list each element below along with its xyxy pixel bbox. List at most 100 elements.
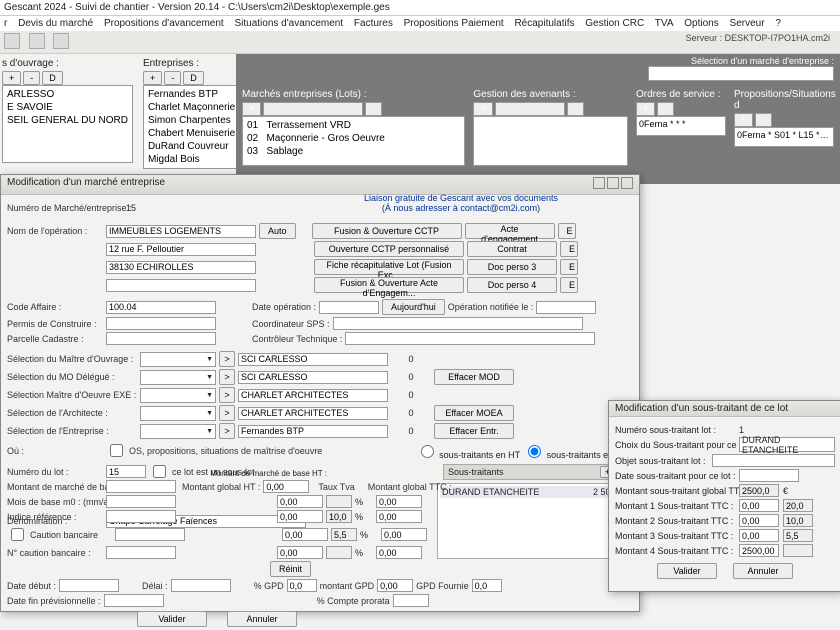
plus-button[interactable]: + bbox=[143, 71, 162, 85]
sel-marche-combo[interactable]: ▼ bbox=[648, 66, 834, 81]
date-fin-input[interactable] bbox=[104, 594, 164, 607]
gpdf-input[interactable] bbox=[472, 579, 502, 592]
st-list[interactable]: DURAND ETANCHEITE2 500,00 bbox=[437, 483, 633, 559]
os-checkbox[interactable] bbox=[110, 444, 123, 457]
menu-item[interactable]: Factures bbox=[354, 18, 393, 29]
sel-value[interactable] bbox=[238, 389, 388, 402]
val-input[interactable] bbox=[376, 495, 422, 508]
list-item[interactable]: SEIL GENERAL DU NORD bbox=[5, 114, 130, 127]
minus-button[interactable]: - bbox=[755, 113, 772, 127]
val-input[interactable] bbox=[376, 546, 422, 559]
list-item[interactable]: Simon Charpentes bbox=[146, 114, 237, 127]
minus-button[interactable]: - bbox=[365, 102, 382, 116]
st-choix-combo[interactable]: DURAND ETANCHEITE bbox=[739, 437, 835, 452]
menu-item[interactable]: Propositions d'avancement bbox=[104, 18, 224, 29]
effacer-button[interactable]: Effacer Entr. bbox=[434, 423, 514, 439]
prop-item[interactable]: 0Ferna * S01 * L15 * mars bbox=[734, 127, 834, 147]
minus-button[interactable]: - bbox=[23, 71, 40, 85]
plus-button[interactable]: + bbox=[734, 113, 753, 127]
menu-item[interactable]: Devis du marché bbox=[18, 18, 93, 29]
st-m-input[interactable] bbox=[739, 544, 779, 557]
list-item[interactable]: Migdal Bois bbox=[146, 153, 237, 166]
val-input[interactable] bbox=[263, 480, 309, 493]
list-item[interactable]: DuRand Couvreur bbox=[146, 140, 237, 153]
doc-button[interactable]: Ouverture CCTP personnalisé bbox=[314, 241, 464, 257]
menu-item[interactable]: r bbox=[4, 18, 7, 29]
sel-combo[interactable]: ▼ bbox=[140, 352, 216, 367]
val-input[interactable] bbox=[277, 510, 323, 523]
list-item[interactable]: ARLESSO bbox=[5, 88, 130, 101]
ent-list[interactable]: Fernandes BTP Charlet Maçonnerie Simon C… bbox=[143, 85, 240, 169]
valider-button[interactable]: Valider bbox=[137, 611, 207, 627]
menu-item[interactable]: Situations d'avancement bbox=[234, 18, 343, 29]
minus-button[interactable]: - bbox=[164, 71, 181, 85]
gpd-input[interactable] bbox=[287, 579, 317, 592]
maximize-icon[interactable] bbox=[607, 177, 619, 189]
menu-item[interactable]: Serveur bbox=[730, 18, 765, 29]
st-m-input[interactable] bbox=[739, 499, 779, 512]
doc-button[interactable]: Doc perso 3 bbox=[467, 259, 557, 275]
coord-input[interactable] bbox=[333, 317, 583, 330]
sel-value[interactable] bbox=[238, 407, 388, 420]
doc-button[interactable]: Fusion & Ouverture Acte d'Engagem... bbox=[314, 277, 464, 293]
plus-button[interactable]: + bbox=[473, 102, 492, 116]
mgpd-input[interactable] bbox=[377, 579, 413, 592]
toolbar-icon[interactable] bbox=[53, 33, 69, 49]
effacer-button[interactable]: Effacer MOEA bbox=[434, 405, 514, 421]
menu-item[interactable]: Récapitulatifs bbox=[514, 18, 574, 29]
st-objet-input[interactable] bbox=[712, 454, 835, 467]
plus-button[interactable]: + bbox=[2, 71, 21, 85]
arrow-button[interactable]: > bbox=[219, 423, 235, 439]
e-button[interactable]: E bbox=[560, 259, 578, 275]
val-input[interactable] bbox=[282, 528, 328, 541]
lots-list[interactable]: 01 Terrassement VRD 02 Maçonnerie - Gros… bbox=[242, 116, 465, 166]
indice-input[interactable] bbox=[106, 510, 176, 523]
val-input[interactable] bbox=[376, 510, 422, 523]
toolbar-icon[interactable] bbox=[4, 33, 20, 49]
sel-combo[interactable]: ▼ bbox=[140, 388, 216, 403]
menu-item[interactable]: ? bbox=[775, 18, 781, 29]
ctrl-input[interactable] bbox=[345, 332, 595, 345]
minus-button[interactable]: - bbox=[657, 102, 674, 116]
list-item[interactable]: Fernandes BTP bbox=[146, 88, 237, 101]
ordre-item[interactable]: 0Ferna * * * bbox=[636, 116, 726, 136]
st-m-input[interactable] bbox=[739, 529, 779, 542]
list-item[interactable]: 02 Maçonnerie - Gros Oeuvre bbox=[245, 132, 462, 145]
op-input[interactable] bbox=[106, 279, 256, 292]
caution-input[interactable] bbox=[115, 528, 185, 541]
arrow-button[interactable]: > bbox=[219, 369, 235, 385]
d-button[interactable]: D bbox=[42, 71, 63, 85]
val-input[interactable] bbox=[381, 528, 427, 541]
annuler-button[interactable]: Annuler bbox=[227, 611, 297, 627]
list-item[interactable]: E SAVOIE bbox=[5, 101, 130, 114]
list-item[interactable]: Charlet Maçonnerie bbox=[146, 101, 237, 114]
delai-input[interactable] bbox=[171, 579, 231, 592]
arrow-button[interactable]: > bbox=[219, 351, 235, 367]
menu-item[interactable]: Options bbox=[684, 18, 718, 29]
sel-combo[interactable]: ▼ bbox=[140, 406, 216, 421]
annuler-button[interactable]: Annuler bbox=[733, 563, 793, 579]
list-item[interactable]: 01 Terrassement VRD bbox=[245, 119, 462, 132]
e-button[interactable]: E bbox=[558, 223, 576, 239]
menu-item[interactable]: Gestion CRC bbox=[585, 18, 644, 29]
avenants-list[interactable] bbox=[473, 116, 628, 166]
caution-checkbox[interactable] bbox=[11, 528, 24, 541]
doc-button[interactable]: Fusion & Ouverture CCTP bbox=[312, 223, 462, 239]
doc-button[interactable]: Acte d'engagement bbox=[465, 223, 555, 239]
list-item[interactable]: 03 Sablage bbox=[245, 145, 462, 158]
list-item[interactable]: Chabert Menuiserie bbox=[146, 127, 237, 140]
arrow-button[interactable]: > bbox=[219, 405, 235, 421]
mois-input[interactable] bbox=[106, 495, 176, 508]
op-input[interactable] bbox=[106, 261, 256, 274]
mo-list[interactable]: ARLESSO E SAVOIE SEIL GENERAL DU NORD bbox=[2, 85, 133, 163]
minus-button[interactable]: - bbox=[495, 102, 565, 116]
sel-value[interactable] bbox=[238, 371, 388, 384]
date-debut-input[interactable] bbox=[59, 579, 119, 592]
sel-value[interactable] bbox=[238, 353, 388, 366]
st-date-input[interactable] bbox=[739, 469, 799, 482]
op-input[interactable] bbox=[106, 243, 256, 256]
e-button[interactable]: E bbox=[560, 277, 578, 293]
today-button[interactable]: Aujourd'hui bbox=[382, 299, 445, 315]
arrow-button[interactable]: > bbox=[219, 387, 235, 403]
close-icon[interactable] bbox=[621, 177, 633, 189]
